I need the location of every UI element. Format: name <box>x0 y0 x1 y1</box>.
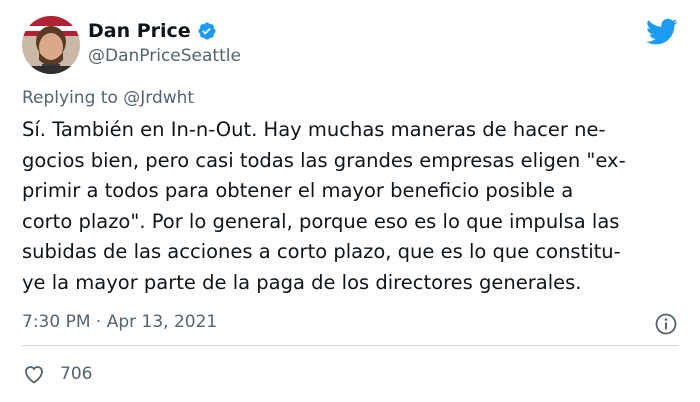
tweet-body: Sí. También en In-n-Out. Hay muchas mane… <box>22 115 678 298</box>
info-icon[interactable] <box>654 312 678 336</box>
replying-to: Replying to @Jrdwht <box>22 88 194 108</box>
tweet-text-line: corto plazo". Por lo general, porque eso… <box>22 209 620 233</box>
tweet-text-line: primir a todos para obtener el mayor ben… <box>22 179 574 202</box>
tweet-text-line: gocios bien, pero casi todas las grandes… <box>22 148 626 172</box>
tweet-text-line: ye la mayor parte de la paga de los dire… <box>22 270 582 294</box>
replying-to-label: Replying to <box>22 88 118 108</box>
tweet-text-line: Sí. También en In-n-Out. Hay muchas mane… <box>22 118 606 141</box>
tweet-card: Dan Price @DanPriceSeattle Replying to @… <box>0 0 700 402</box>
reply-mention-link[interactable]: @Jrdwht <box>123 88 194 108</box>
tweet-text-line: subidas de las acciones a corto plazo, q… <box>22 240 621 263</box>
author-display-name[interactable]: Dan Price <box>88 20 191 42</box>
like-row: 706 <box>22 362 92 386</box>
author-handle[interactable]: @DanPriceSeattle <box>88 46 241 66</box>
author-name-row: Dan Price <box>88 20 217 42</box>
heart-icon[interactable] <box>22 362 46 386</box>
verified-badge-icon <box>197 21 217 41</box>
tweet-timestamp[interactable]: 7:30 PM · Apr 13, 2021 <box>22 312 217 332</box>
avatar[interactable] <box>22 16 80 74</box>
divider <box>22 345 678 346</box>
like-count: 706 <box>60 364 93 384</box>
twitter-bird-icon[interactable] <box>646 18 678 46</box>
